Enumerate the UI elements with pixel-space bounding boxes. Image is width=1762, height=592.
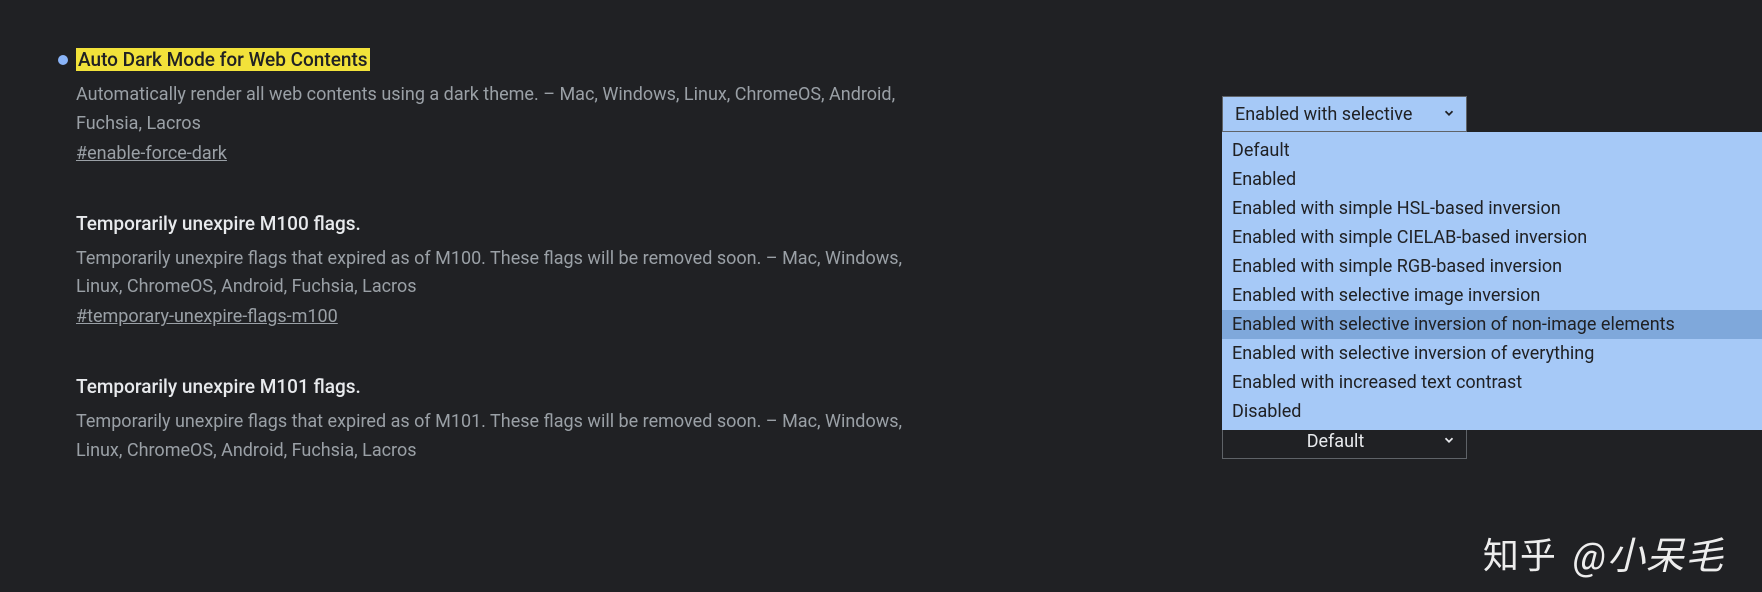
flag-info: Temporarily unexpire M101 flags. Tempora… — [58, 375, 938, 470]
flag-title-row: Temporarily unexpire M100 flags. — [58, 212, 938, 235]
dropdown-option[interactable]: Enabled with simple RGB-based inversion — [1222, 252, 1762, 281]
flag-info: Auto Dark Mode for Web Contents Automati… — [58, 48, 938, 164]
dropdown-option[interactable]: Enabled with simple HSL-based inversion — [1222, 194, 1762, 223]
watermark: 知乎 @小呆毛 — [1483, 525, 1724, 580]
flag-title: Temporarily unexpire M100 flags. — [76, 212, 361, 235]
flag-description: Automatically render all web contents us… — [76, 81, 938, 139]
flag-select-dropdown: Default Enabled Enabled with simple HSL-… — [1222, 132, 1762, 430]
chevron-down-icon — [1442, 431, 1456, 452]
flag-control: Enabled with selective Default Enabled E… — [1222, 48, 1482, 164]
select-value: Enabled with selective — [1235, 104, 1412, 125]
flags-list: Auto Dark Mode for Web Contents Automati… — [0, 0, 1762, 470]
zhihu-logo: 知乎 — [1483, 527, 1557, 579]
watermark-author: @小呆毛 — [1573, 525, 1724, 580]
dropdown-option[interactable]: Enabled — [1222, 165, 1762, 194]
dropdown-option[interactable]: Enabled with simple CIELAB-based inversi… — [1222, 223, 1762, 252]
flag-hash-link[interactable]: #enable-force-dark — [76, 143, 227, 164]
flag-description: Temporarily unexpire flags that expired … — [76, 245, 938, 303]
dropdown-option[interactable]: Enabled with selective inversion of ever… — [1222, 339, 1762, 368]
flag-title: Auto Dark Mode for Web Contents — [76, 48, 370, 71]
dropdown-option[interactable]: Disabled — [1222, 397, 1762, 426]
flag-description: Temporarily unexpire flags that expired … — [76, 408, 938, 466]
flag-info: Temporarily unexpire M100 flags. Tempora… — [58, 212, 938, 328]
flag-hash-link[interactable]: #temporary-unexpire-flags-m100 — [76, 306, 338, 327]
select-value: Default — [1307, 431, 1365, 452]
dropdown-option[interactable]: Default — [1222, 136, 1762, 165]
flag-title: Temporarily unexpire M101 flags. — [76, 375, 361, 398]
flag-title-row: Temporarily unexpire M101 flags. — [58, 375, 938, 398]
flag-select[interactable]: Enabled with selective — [1222, 96, 1467, 132]
flag-title-row: Auto Dark Mode for Web Contents — [58, 48, 938, 71]
chevron-down-icon — [1442, 104, 1456, 125]
dropdown-option[interactable]: Enabled with selective inversion of non-… — [1222, 310, 1762, 339]
dropdown-option[interactable]: Enabled with selective image inversion — [1222, 281, 1762, 310]
flag-item: Auto Dark Mode for Web Contents Automati… — [58, 48, 1732, 164]
modified-indicator-dot — [58, 55, 68, 65]
dropdown-option[interactable]: Enabled with increased text contrast — [1222, 368, 1762, 397]
